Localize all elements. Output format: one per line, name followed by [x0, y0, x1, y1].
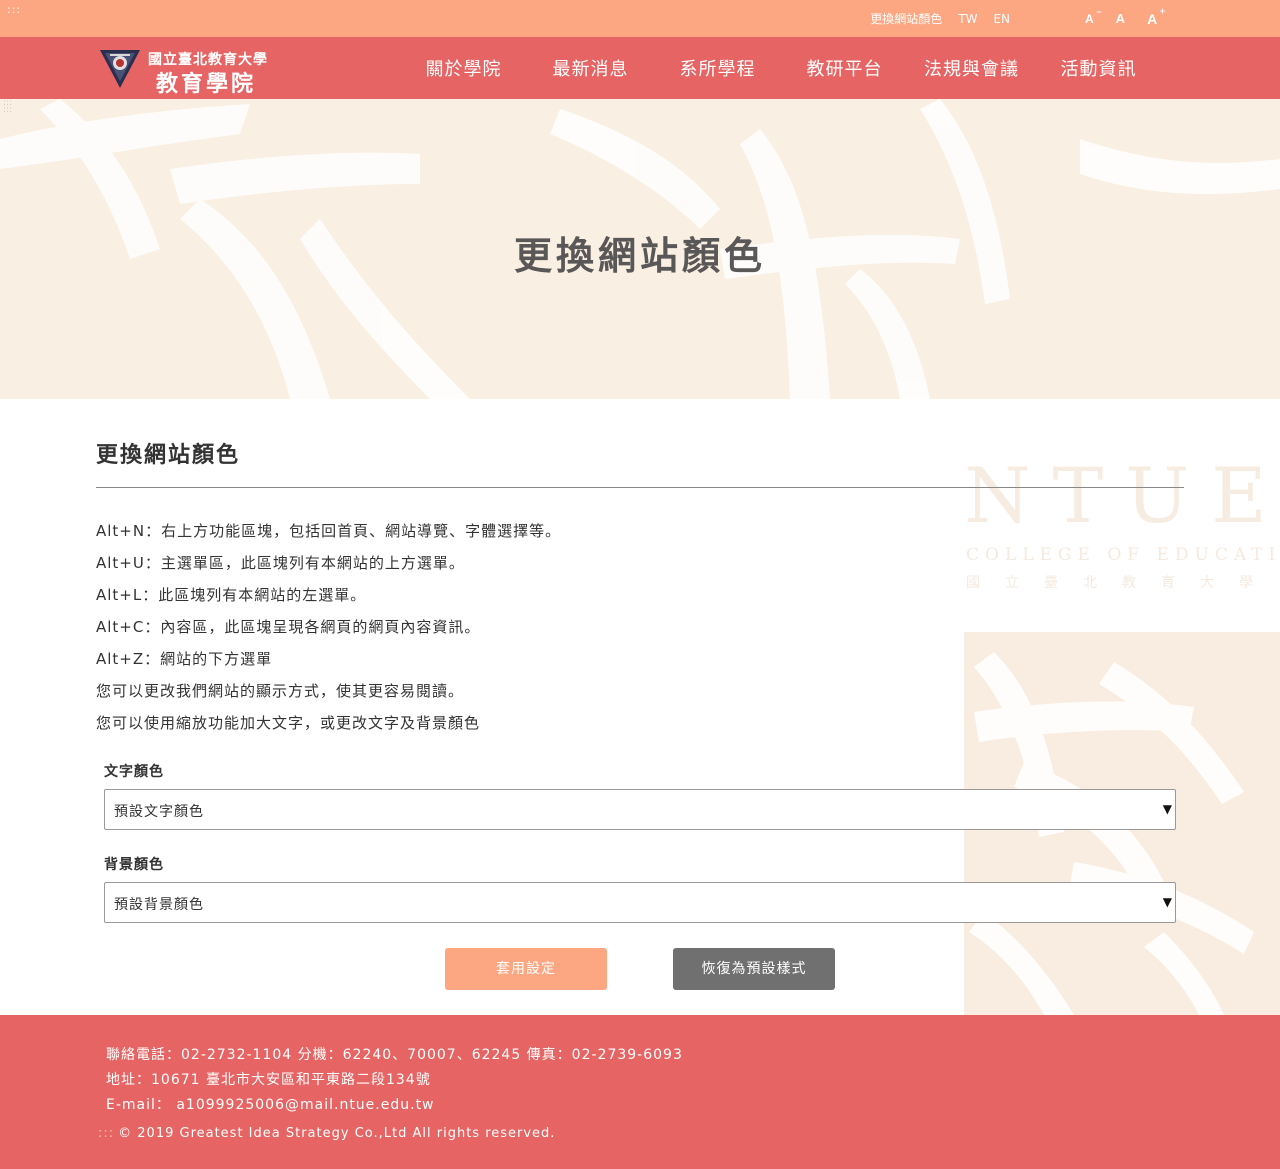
main-content: NTUE COLLEGE OF EDUCATION 國立臺北教育大學 更換網站顏… [0, 399, 1280, 1015]
font-larger-button[interactable]: A + [1147, 6, 1165, 27]
main-header: 國立臺北教育大學 教育學院 關於學院 最新消息 系所學程 教研平台 法規與會議 … [0, 37, 1280, 99]
bg-color-selected: 預設背景顏色 [114, 897, 204, 913]
font-smaller-button[interactable]: A − [1085, 7, 1102, 26]
description-list: Alt+N：右上方功能區塊，包括回首頁、網站導覽、字體選擇等。 Alt+U：主選… [96, 515, 561, 739]
accesskey-top[interactable]: ::: [7, 4, 21, 16]
footer-email[interactable]: E-mail： a1099925006@mail.ntue.edu.tw [106, 1094, 435, 1114]
logo-college-name: 教育學院 [156, 71, 257, 97]
dropdown-arrow-icon: ▼ [1162, 802, 1172, 816]
deco-college-text: COLLEGE OF EDUCATION [966, 545, 1280, 565]
desc-display-change: 您可以更改我們網站的顯示方式，使其更容易閱讀。 [96, 682, 465, 700]
dropdown-arrow-icon: ▼ [1162, 895, 1172, 909]
heading-divider [96, 487, 1184, 488]
bg-color-select[interactable]: 預設背景顏色 ▼ [104, 882, 1176, 923]
nav-research[interactable]: 教研平台 [781, 55, 908, 81]
text-color-selected: 預設文字顏色 [114, 804, 204, 820]
reset-default-button[interactable]: 恢復為預設樣式 [673, 948, 835, 990]
desc-zoom: 您可以使用縮放功能加大文字，或更改文字及背景顏色 [96, 714, 481, 732]
footer-phone: 聯絡電話：02-2732-1104 分機：62240、70007、62245 傳… [106, 1047, 683, 1063]
site-logo[interactable]: 國立臺北教育大學 教育學院 [98, 48, 268, 97]
desc-alt-n: Alt+N：右上方功能區塊，包括回首頁、網站導覽、字體選擇等。 [96, 522, 562, 540]
lang-tw-link[interactable]: TW [958, 12, 977, 26]
font-size-controls: A − A A + [1085, 0, 1179, 37]
text-color-label: 文字顏色 [104, 764, 164, 780]
bg-color-label: 背景顏色 [104, 857, 164, 873]
accesskey-side[interactable]: :::::: [3, 99, 12, 115]
text-color-select[interactable]: 預設文字顏色 ▼ [104, 789, 1176, 830]
nav-departments[interactable]: 系所學程 [654, 55, 781, 81]
desc-alt-l: Alt+L：此區塊列有本網站的左選單。 [96, 586, 367, 604]
emblem-icon [100, 50, 140, 88]
footer-copyright: ::: © 2019 Greatest Idea Strategy Co.,Ltd… [98, 1126, 556, 1141]
main-nav: 關於學院 最新消息 系所學程 教研平台 法規與會議 活動資訊 [400, 37, 1162, 99]
desc-alt-z: Alt+Z：網站的下方選單 [96, 650, 273, 668]
lang-en-link[interactable]: EN [993, 12, 1010, 26]
nav-regulations[interactable]: 法規與會議 [908, 55, 1035, 81]
site-footer: 聯絡電話：02-2732-1104 分機：62240、70007、62245 傳… [0, 1015, 1280, 1169]
footer-address: 地址：10671 臺北市大安區和平東路二段134號 [106, 1072, 431, 1088]
desc-alt-c: Alt+C：內容區，此區塊呈現各網頁的網頁內容資訊。 [96, 618, 481, 636]
desc-alt-u: Alt+U：主選單區，此區塊列有本網站的上方選單。 [96, 554, 465, 572]
deco-chinese-text: 國立臺北教育大學 [966, 575, 1278, 591]
hero-title: 更換網站顏色 [513, 234, 766, 278]
deco-ntue-text: NTUE [964, 451, 1280, 540]
change-site-color-link[interactable]: 更換網站顏色 [870, 10, 942, 27]
hero-banner: 更換網站顏色 [0, 99, 1280, 399]
nav-events[interactable]: 活動資訊 [1035, 55, 1162, 81]
nav-about[interactable]: 關於學院 [400, 55, 527, 81]
apply-settings-button[interactable]: 套用設定 [445, 948, 607, 990]
nav-news[interactable]: 最新消息 [527, 55, 654, 81]
font-default-button[interactable]: A [1116, 11, 1125, 26]
utility-bar: ::: 更換網站顏色 TW EN A − A A + [0, 0, 1280, 37]
accesskey-footer[interactable]: ::: [98, 1126, 114, 1141]
page-heading: 更換網站顏色 [96, 443, 241, 468]
